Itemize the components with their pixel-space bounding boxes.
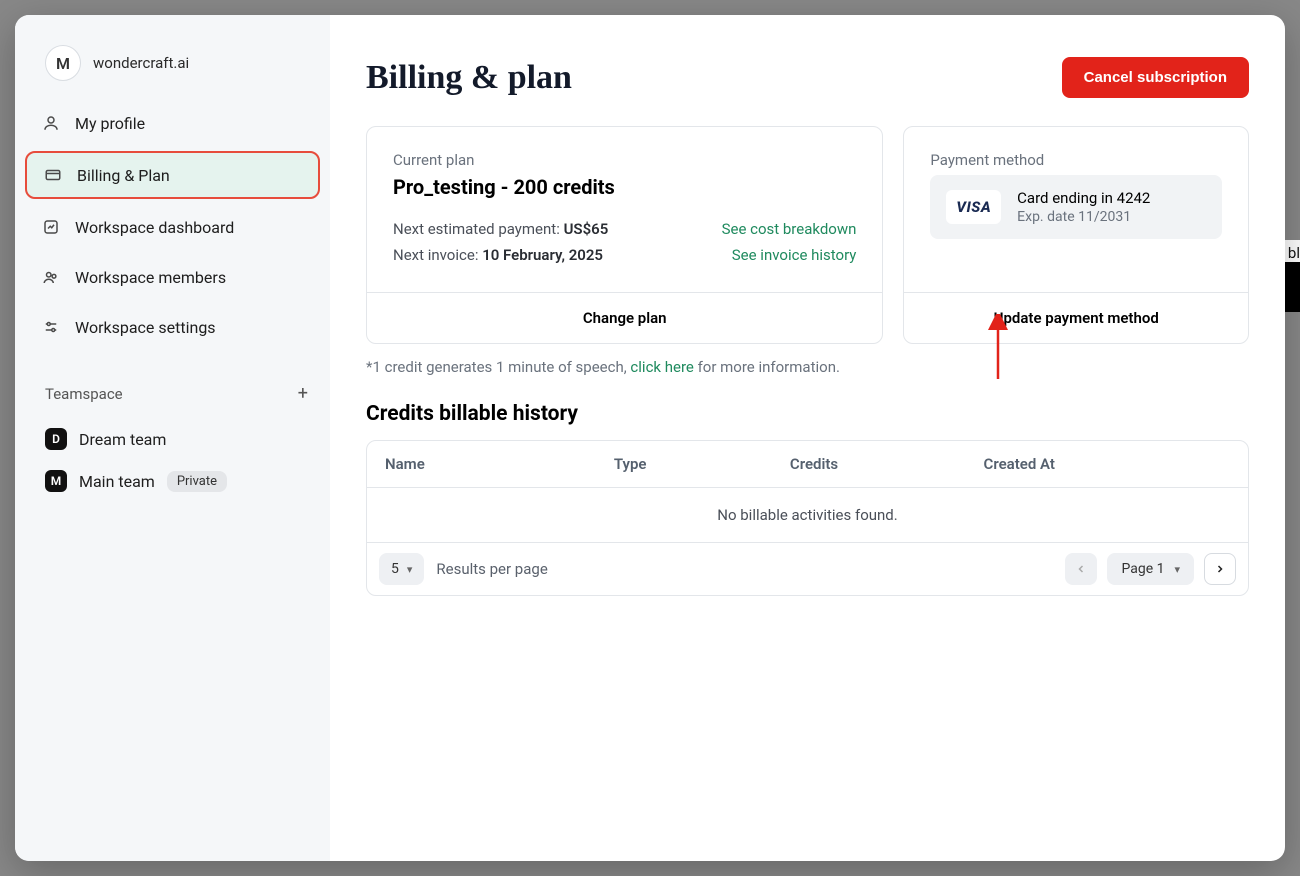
per-page-value: 5 bbox=[391, 561, 399, 577]
next-payment-value: US$65 bbox=[564, 220, 609, 238]
teamspace-item-main[interactable]: M Main team Private bbox=[37, 460, 308, 502]
sliders-icon bbox=[41, 317, 61, 337]
payment-method-card: Payment method VISA Card ending in 4242 … bbox=[903, 126, 1249, 344]
chevron-down-icon: ▾ bbox=[407, 563, 413, 576]
plan-info-lines: Next estimated payment: US$65 Next invoi… bbox=[393, 217, 608, 268]
next-payment-label: Next estimated payment: bbox=[393, 220, 564, 238]
user-block[interactable]: M wondercraft.ai bbox=[15, 37, 330, 101]
chevron-down-icon: ▾ bbox=[1174, 563, 1180, 576]
page-header: Billing & plan Cancel subscription bbox=[366, 57, 1249, 98]
table-empty-state: No billable activities found. bbox=[367, 488, 1248, 543]
private-tag: Private bbox=[167, 471, 227, 492]
nav-workspace-members[interactable]: Workspace members bbox=[25, 255, 320, 299]
history-table: Name Type Credits Created At No billable… bbox=[366, 440, 1249, 596]
results-per-page-select[interactable]: 5 ▾ bbox=[379, 553, 424, 585]
credit-note-prefix: *1 credit generates 1 minute of speech, bbox=[366, 358, 630, 376]
credit-note-suffix: for more information. bbox=[694, 358, 840, 376]
sidebar: M wondercraft.ai My profile Billing & Pl… bbox=[15, 15, 330, 861]
prev-page-button[interactable] bbox=[1065, 553, 1097, 585]
current-plan-card: Current plan Pro_testing - 200 credits N… bbox=[366, 126, 883, 344]
table-header-row: Name Type Credits Created At bbox=[367, 441, 1248, 488]
history-title: Credits billable history bbox=[366, 402, 1249, 426]
results-per-page-label: Results per page bbox=[436, 560, 547, 578]
nav-label: My profile bbox=[75, 114, 145, 133]
col-created: Created At bbox=[984, 455, 1230, 473]
teamspace-label: Dream team bbox=[79, 430, 166, 449]
nav-label: Billing & Plan bbox=[77, 166, 170, 185]
credit-card-icon bbox=[43, 165, 63, 185]
user-icon bbox=[41, 113, 61, 133]
settings-nav: My profile Billing & Plan Workspace dash… bbox=[15, 101, 330, 355]
teamspace-header: Teamspace + bbox=[15, 355, 330, 418]
teamspace-badge: M bbox=[45, 470, 67, 492]
table-footer: 5 ▾ Results per page Page 1 ▾ bbox=[367, 543, 1248, 595]
background-dark-bar bbox=[1284, 262, 1300, 312]
see-invoice-history-link[interactable]: See invoice history bbox=[722, 243, 857, 269]
card-expiry-text: Exp. date 11/2031 bbox=[1017, 209, 1150, 225]
page-title: Billing & plan bbox=[366, 59, 572, 97]
add-teamspace-button[interactable]: + bbox=[298, 383, 308, 404]
users-icon bbox=[41, 267, 61, 287]
user-email: wondercraft.ai bbox=[93, 54, 189, 72]
payment-method-label: Payment method bbox=[930, 151, 1222, 169]
col-type: Type bbox=[614, 455, 790, 473]
card-ending-text: Card ending in 4242 bbox=[1017, 189, 1150, 207]
nav-workspace-dashboard[interactable]: Workspace dashboard bbox=[25, 205, 320, 249]
change-plan-button[interactable]: Change plan bbox=[367, 292, 882, 343]
page-label: Page 1 bbox=[1121, 561, 1164, 577]
col-name: Name bbox=[385, 455, 614, 473]
update-payment-method-button[interactable]: Update payment method bbox=[904, 292, 1248, 343]
nav-billing-plan[interactable]: Billing & Plan bbox=[25, 151, 320, 199]
page-select[interactable]: Page 1 ▾ bbox=[1107, 553, 1194, 585]
col-credits: Credits bbox=[790, 455, 984, 473]
nav-workspace-settings[interactable]: Workspace settings bbox=[25, 305, 320, 349]
main-content: Billing & plan Cancel subscription Curre… bbox=[330, 15, 1285, 861]
settings-modal: M wondercraft.ai My profile Billing & Pl… bbox=[15, 15, 1285, 861]
teamspace-label: Main team bbox=[79, 472, 155, 491]
payment-method-box: VISA Card ending in 4242 Exp. date 11/20… bbox=[930, 175, 1222, 239]
nav-label: Workspace members bbox=[75, 268, 226, 287]
credit-note-link[interactable]: click here bbox=[630, 358, 693, 376]
next-page-button[interactable] bbox=[1204, 553, 1236, 585]
nav-my-profile[interactable]: My profile bbox=[25, 101, 320, 145]
see-cost-breakdown-link[interactable]: See cost breakdown bbox=[722, 217, 857, 243]
chart-icon bbox=[41, 217, 61, 237]
cancel-subscription-button[interactable]: Cancel subscription bbox=[1062, 57, 1249, 98]
next-invoice-label: Next invoice: bbox=[393, 246, 482, 264]
current-plan-label: Current plan bbox=[393, 151, 856, 169]
next-invoice-value: 10 February, 2025 bbox=[482, 246, 603, 264]
credit-note: *1 credit generates 1 minute of speech, … bbox=[366, 358, 1249, 376]
teamspace-item-dream[interactable]: D Dream team bbox=[37, 418, 308, 460]
plan-name: Pro_testing - 200 credits bbox=[393, 175, 856, 199]
nav-label: Workspace dashboard bbox=[75, 218, 234, 237]
teamspace-badge: D bbox=[45, 428, 67, 450]
teamspace-title: Teamspace bbox=[45, 385, 123, 403]
visa-icon: VISA bbox=[946, 190, 1001, 224]
nav-label: Workspace settings bbox=[75, 318, 216, 337]
teamspace-list: D Dream team M Main team Private bbox=[15, 418, 330, 502]
avatar: M bbox=[45, 45, 81, 81]
